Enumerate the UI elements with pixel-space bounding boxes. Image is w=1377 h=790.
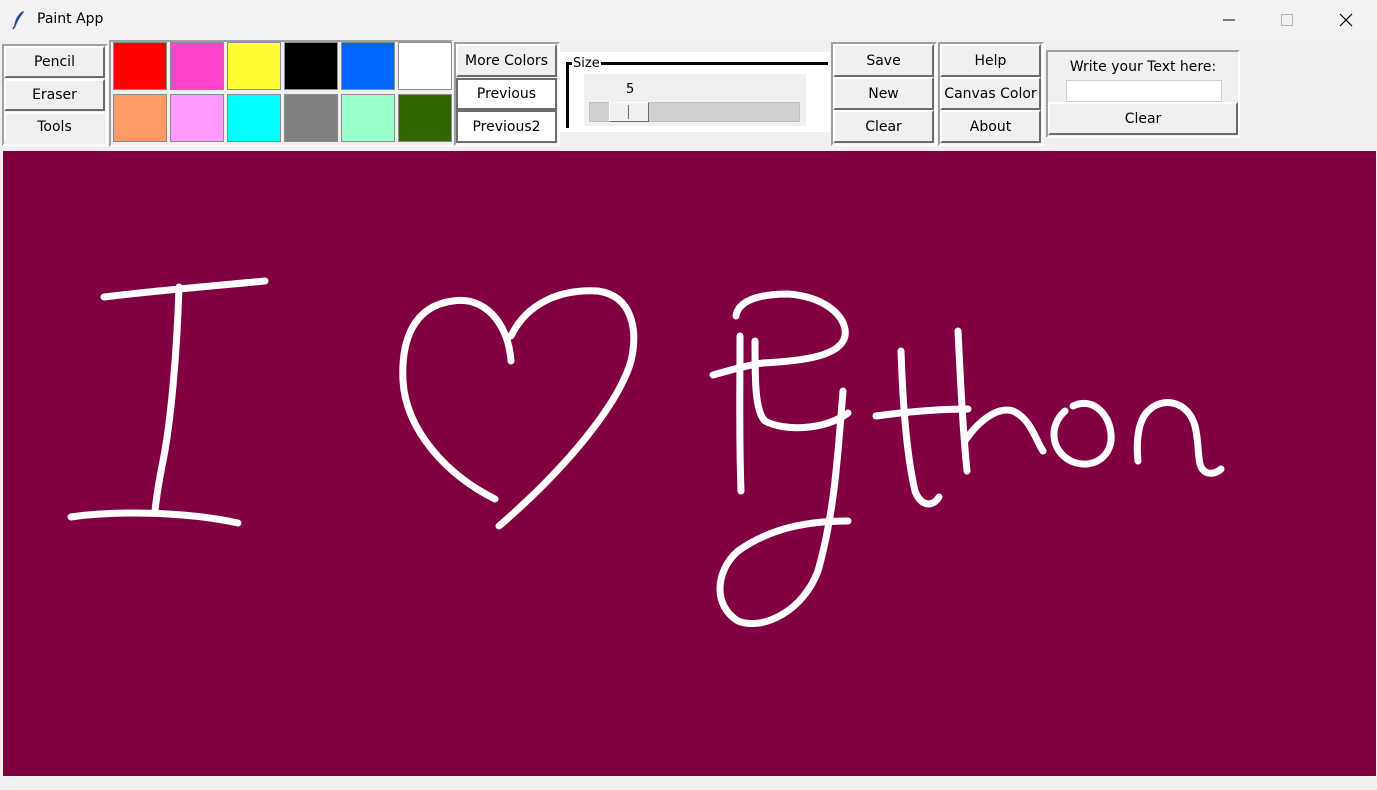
toolbar: Pencil Eraser Tools More Colors Previous…: [0, 40, 1377, 151]
color-swatch-8[interactable]: [170, 94, 224, 142]
canvas-color-button[interactable]: Canvas Color: [940, 77, 1041, 110]
about-button[interactable]: About: [940, 110, 1041, 143]
maximize-button[interactable]: [1258, 0, 1316, 40]
tools-button[interactable]: Tools: [4, 112, 105, 141]
color-swatch-3[interactable]: [227, 42, 281, 90]
text-input[interactable]: [1066, 80, 1222, 102]
color-swatch-6[interactable]: [398, 42, 452, 90]
stroke-letter-p-bowl: [709, 290, 849, 379]
color-swatch-12[interactable]: [398, 94, 452, 142]
size-label: Size: [572, 56, 601, 71]
stroke-letter-n: [1133, 399, 1225, 477]
minimize-button[interactable]: [1200, 0, 1258, 40]
clear-canvas-button[interactable]: Clear: [833, 110, 934, 143]
stroke-heart: [399, 287, 638, 530]
color-swatch-7[interactable]: [113, 94, 167, 142]
color-swatch-9[interactable]: [227, 94, 281, 142]
previous-color-button[interactable]: Previous: [456, 78, 557, 110]
text-prompt-label: Write your Text here:: [1069, 59, 1217, 75]
color-swatch-5[interactable]: [341, 42, 395, 90]
help-button[interactable]: Help: [940, 44, 1041, 77]
color-swatch-1[interactable]: [113, 42, 167, 90]
color-swatch-4[interactable]: [284, 42, 338, 90]
feather-icon: [12, 11, 24, 30]
more-colors-button[interactable]: More Colors: [456, 44, 557, 77]
stroke-letter-h: [954, 327, 1047, 475]
stroke-letter-i-top: [100, 277, 269, 301]
maximize-icon: [1281, 14, 1293, 26]
color-swatch-11[interactable]: [341, 94, 395, 142]
close-icon: [1339, 13, 1353, 27]
size-value: 5: [626, 82, 635, 97]
stroke-letter-i-bottom: [67, 509, 242, 527]
title-bar: Paint App: [0, 0, 1377, 40]
window-bottom-edge: [0, 776, 1377, 790]
drawing-canvas[interactable]: [3, 151, 1376, 776]
size-panel: Size 5: [560, 52, 830, 132]
size-slider-thumb[interactable]: [609, 102, 649, 122]
color-swatch-2[interactable]: [170, 42, 224, 90]
new-button[interactable]: New: [833, 77, 934, 110]
stroke-letter-p-stem: [736, 332, 745, 495]
pencil-button[interactable]: Pencil: [4, 46, 105, 78]
stroke-letter-t: [872, 347, 972, 508]
minimize-icon: [1223, 19, 1235, 21]
stroke-letter-o: [1050, 400, 1115, 468]
save-button[interactable]: Save: [833, 44, 934, 77]
drawing-strokes: [67, 277, 1225, 628]
close-button[interactable]: [1317, 0, 1375, 40]
stroke-letter-i-stem: [151, 283, 183, 515]
eraser-button[interactable]: Eraser: [4, 79, 105, 111]
clear-text-button[interactable]: Clear: [1048, 102, 1238, 135]
window-title: Paint App: [37, 11, 104, 27]
color-swatch-10[interactable]: [284, 94, 338, 142]
previous2-color-button[interactable]: Previous2: [456, 110, 557, 143]
